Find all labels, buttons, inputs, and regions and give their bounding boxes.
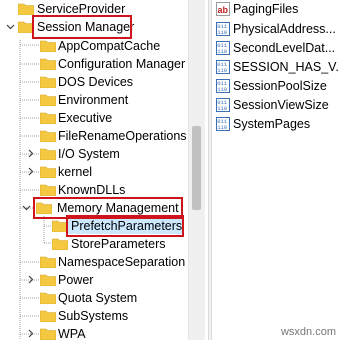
tree-item-serviceprovider[interactable]: ServiceProvider: [0, 0, 188, 19]
tree-item-kernel[interactable]: kernel: [0, 163, 188, 182]
folder-icon: [40, 310, 56, 322]
tree-item-configuration-manager[interactable]: Configuration Manager: [0, 55, 188, 74]
tree-item-environment[interactable]: Environment: [0, 91, 188, 110]
tree-item-namespaceseparation[interactable]: NamespaceSeparation: [0, 253, 188, 272]
value-item-physicaladdress[interactable]: 011 110 PhysicalAddress...: [212, 20, 338, 40]
binary-value-icon: 011110: [216, 98, 230, 112]
folder-open-icon: [18, 21, 34, 33]
folder-icon: [52, 238, 68, 250]
tree-item-executive[interactable]: Executive: [0, 109, 188, 128]
tree-item-label: NamespaceSeparation: [58, 255, 186, 269]
folder-icon: [40, 76, 56, 88]
value-item-systempages[interactable]: 011 110 SystemPages: [212, 115, 338, 135]
folder-icon: [40, 40, 56, 52]
tree-item-io-system[interactable]: I/O System: [0, 145, 188, 164]
tree-item-label: DOS Devices: [58, 75, 134, 89]
tree-item-label: I/O System: [58, 147, 120, 161]
binary-value-icon: 011110: [216, 79, 230, 93]
tree-item-label: Memory Management: [57, 201, 179, 215]
tree-item-label: StoreParameters: [71, 237, 166, 251]
binary-value-icon: 011110: [216, 22, 230, 36]
value-label: PhysicalAddress...: [233, 22, 336, 36]
folder-icon: [40, 274, 56, 286]
tree-item-label: PrefetchParameters: [71, 219, 183, 233]
tree-item-label: SubSystems: [58, 309, 129, 323]
chevron-down-icon[interactable]: [6, 22, 15, 31]
watermark-text: wsxdn.com: [280, 326, 336, 338]
value-item-secondleveldat[interactable]: 011 110 SecondLevelDat...: [212, 39, 338, 59]
tree-item-quota-system[interactable]: Quota System: [0, 289, 188, 308]
tree-item-dos-devices[interactable]: DOS Devices: [0, 73, 188, 92]
tree-item-label: KnownDLLs: [58, 183, 126, 197]
tree-item-label: FileRenameOperations: [58, 129, 187, 143]
tree-item-subsystems[interactable]: SubSystems: [0, 307, 188, 326]
svg-text:110: 110: [217, 124, 227, 131]
tree-item-power[interactable]: Power: [0, 271, 188, 290]
tree-item-label: AppCompatCache: [58, 39, 161, 53]
tree-item-prefetchparameters[interactable]: PrefetchParameters: [0, 217, 188, 236]
folder-icon: [40, 256, 56, 268]
binary-value-icon: 011110: [216, 41, 230, 55]
tree-item-label: kernel: [58, 165, 93, 179]
folder-icon: [40, 148, 56, 160]
folder-icon: [18, 3, 34, 15]
folder-icon: [40, 58, 56, 70]
value-label: SessionPoolSize: [233, 79, 327, 93]
value-item-session-has-v[interactable]: 011 110 SESSION_HAS_V...: [212, 58, 338, 78]
svg-text:110: 110: [217, 105, 227, 112]
value-item-sessionpoolsize[interactable]: 011 110 SessionPoolSize: [212, 77, 338, 97]
ab-string-icon: ab: [216, 2, 230, 16]
chevron-right-icon[interactable]: [26, 329, 35, 338]
svg-text:ab: ab: [218, 5, 229, 15]
folder-open-icon: [36, 202, 52, 214]
value-label: SystemPages: [233, 117, 311, 131]
scrollbar-thumb[interactable]: [192, 126, 201, 210]
folder-icon: [40, 184, 56, 196]
chevron-right-icon[interactable]: [26, 167, 35, 176]
value-label: SessionViewSize: [233, 98, 329, 112]
svg-text:110: 110: [217, 67, 227, 74]
svg-text:110: 110: [217, 86, 227, 93]
value-item-pagingfiles[interactable]: ab PagingFiles: [212, 0, 338, 20]
tree-item-appcompatcache[interactable]: AppCompatCache: [0, 37, 188, 56]
folder-icon: [52, 220, 68, 232]
value-label: PagingFiles: [233, 2, 299, 16]
svg-text:110: 110: [217, 48, 227, 55]
tree-item-wpa[interactable]: WPA: [0, 325, 188, 344]
tree-item-label: Power: [58, 273, 94, 287]
folder-icon: [40, 292, 56, 304]
tree-item-label: Quota System: [58, 291, 138, 305]
tree-item-label: Configuration Manager: [58, 57, 186, 71]
tree-item-knowndlls[interactable]: KnownDLLs: [0, 181, 188, 200]
tree-item-filerenameoperations[interactable]: FileRenameOperations: [0, 127, 188, 146]
svg-text:110: 110: [217, 29, 227, 36]
tree-item-label: Environment: [58, 93, 129, 107]
tree-item-label: ServiceProvider: [37, 2, 126, 16]
chevron-right-icon[interactable]: [26, 149, 35, 158]
tree-item-label: Executive: [58, 111, 113, 125]
folder-icon: [40, 112, 56, 124]
folder-icon: [40, 166, 56, 178]
chevron-down-icon[interactable]: [22, 203, 31, 212]
value-item-sessionviewsize[interactable]: 011 110 SessionViewSize: [212, 96, 338, 116]
registry-values-list: ab PagingFiles 011 110 PhysicalAddress...…: [212, 0, 338, 340]
tree-item-storeparameters[interactable]: StoreParameters: [0, 235, 188, 254]
tree-item-session-manager[interactable]: Session Manager: [0, 18, 188, 37]
tree-item-memory-management[interactable]: Memory Management: [0, 199, 188, 218]
binary-value-icon: 011110: [216, 60, 230, 74]
value-label: SESSION_HAS_V...: [233, 60, 338, 74]
binary-value-icon: 011110: [216, 117, 230, 131]
tree-item-label: Session Manager: [37, 20, 135, 34]
folder-icon: [40, 94, 56, 106]
value-label: SecondLevelDat...: [233, 41, 336, 55]
folder-icon: [40, 130, 56, 142]
registry-key-tree: ServiceProvider Session Manager AppCompa…: [0, 0, 210, 341]
folder-icon: [40, 328, 56, 340]
chevron-right-icon[interactable]: [26, 275, 35, 284]
